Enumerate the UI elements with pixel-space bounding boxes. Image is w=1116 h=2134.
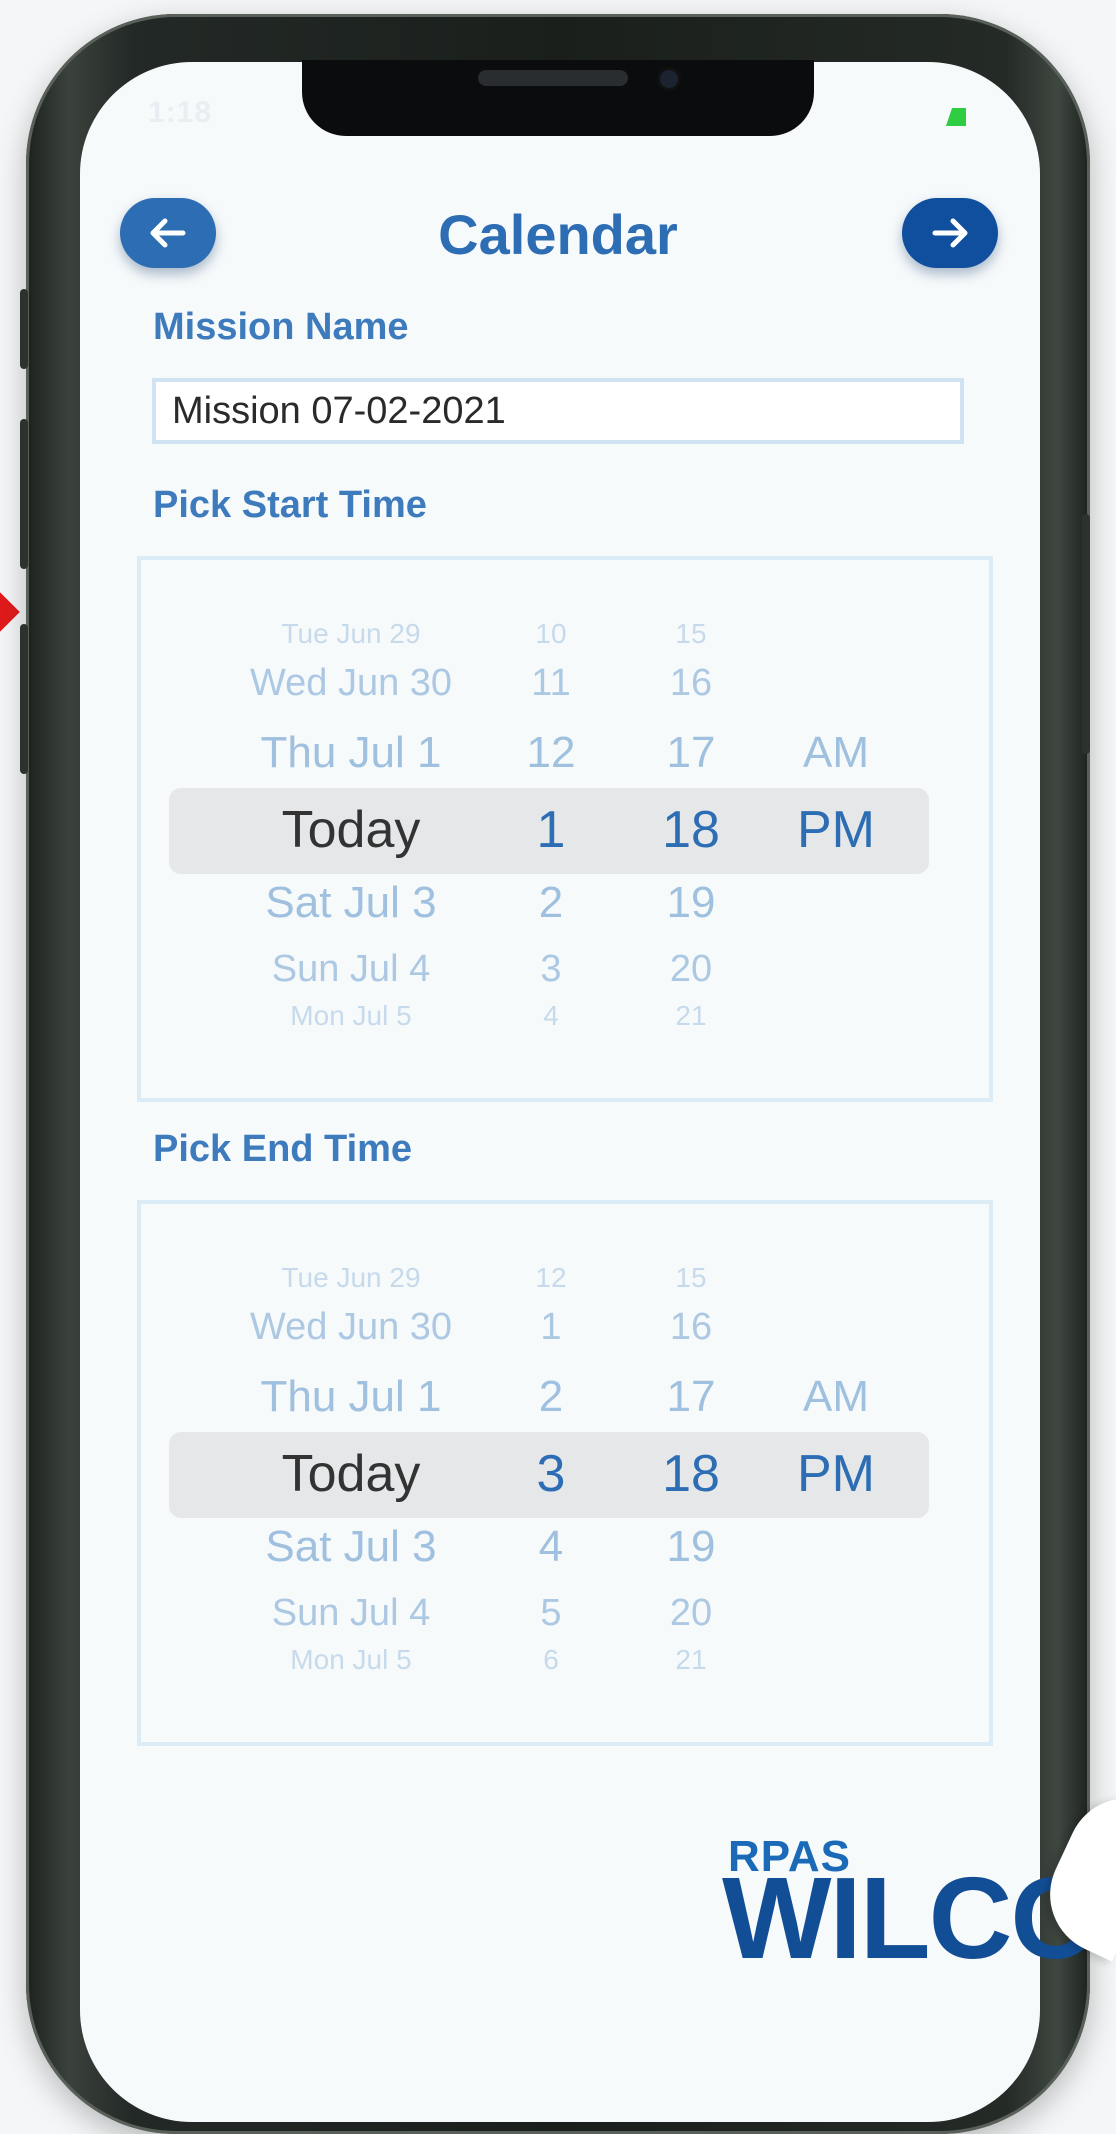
speaker	[478, 70, 628, 86]
picker-ampm-cell: PM	[797, 1445, 875, 1503]
picker-day-cell: Today	[281, 801, 421, 859]
picker-hour-cell: 2	[538, 1372, 564, 1421]
picker-minute-cell: 19	[666, 878, 716, 927]
picker-hour-cell: 2	[538, 878, 564, 927]
power-button	[1082, 514, 1090, 754]
end-time-label: Pick End Time	[153, 1128, 413, 1170]
picker-hour-cell: 4	[538, 1522, 564, 1571]
status-time: 1:18	[148, 96, 213, 129]
camera	[660, 70, 678, 88]
side-button	[20, 289, 28, 369]
picker-day-cell: Thu Jul 1	[260, 728, 442, 777]
picker-day-cell: Tue Jun 29	[281, 618, 421, 649]
picker-day-cell: Sat Jul 3	[265, 878, 437, 927]
picker-row[interactable]: Sat Jul 3 4 19	[141, 1522, 989, 1602]
logo-wilco-text: WILCO	[722, 1853, 1101, 1983]
picker-ampm-cell: AM	[803, 728, 869, 777]
picker-hour-cell: 1	[536, 801, 566, 859]
picker-hour-cell: 3	[540, 948, 562, 990]
volume-up-button	[20, 419, 28, 569]
end-time-picker[interactable]: Tue Jun 29 12 15 Wed Jun 30 1 16 Thu Jul 1 2 17 A…	[137, 1200, 993, 1746]
picker-minute-cell: 17	[666, 1372, 716, 1421]
arrow-right-icon	[932, 218, 968, 248]
start-time-picker[interactable]: Tue Jun 29 10 15 Wed Jun 30 11 16 Thu Jul 1 12 1…	[137, 556, 993, 1102]
picker-minute-cell: 21	[675, 1644, 707, 1675]
picker-minute-cell: 18	[662, 801, 720, 859]
picker-hour-cell: 12	[526, 728, 576, 777]
picker-day-cell: Today	[281, 1445, 421, 1503]
picker-minute-cell: 16	[669, 1306, 713, 1348]
picker-hour-cell: 3	[536, 1445, 566, 1503]
picker-row[interactable]: Mon Jul 5 6 21	[141, 1644, 989, 1724]
picker-day-cell: Mon Jul 5	[290, 1000, 412, 1031]
picker-hour-cell: 11	[531, 662, 571, 704]
picker-minute-cell: 20	[669, 1592, 713, 1634]
picker-ampm-cell: AM	[803, 1372, 869, 1421]
picker-day-cell: Wed Jun 30	[249, 662, 453, 704]
picker-hour-cell: 5	[540, 1592, 562, 1634]
edge-marker	[0, 592, 20, 632]
picker-minute-cell: 15	[675, 618, 707, 649]
picker-row-selected[interactable]: Today 3 18 PM	[141, 1444, 989, 1524]
picker-minute-cell: 17	[666, 728, 716, 777]
picker-day-cell: Thu Jul 1	[260, 1372, 442, 1421]
volume-down-button	[20, 624, 28, 774]
mission-name-label: Mission Name	[153, 306, 409, 348]
picker-minute-cell: 19	[666, 1522, 716, 1571]
picker-hour-cell: 1	[540, 1306, 562, 1348]
picker-row[interactable]: Sat Jul 3 2 19	[141, 878, 989, 958]
picker-minute-cell: 18	[662, 1445, 720, 1503]
picker-row[interactable]: Mon Jul 5 4 21	[141, 1000, 989, 1080]
picker-minute-cell: 20	[669, 948, 713, 990]
picker-hour-cell: 4	[543, 1000, 559, 1031]
picker-day-cell: Sun Jul 4	[271, 1592, 431, 1634]
start-time-label: Pick Start Time	[153, 484, 427, 526]
forward-button[interactable]	[902, 198, 998, 268]
picker-hour-cell: 12	[535, 1262, 567, 1293]
picker-row[interactable]: Thu Jul 1 2 17 AM	[141, 1372, 989, 1452]
picker-minute-cell: 15	[675, 1262, 707, 1293]
picker-day-cell: Wed Jun 30	[249, 1306, 453, 1348]
picker-hour-cell: 6	[543, 1644, 559, 1675]
picker-day-cell: Sun Jul 4	[271, 948, 431, 990]
mission-name-input[interactable]: Mission 07-02-2021	[152, 378, 964, 444]
picker-minute-cell: 16	[669, 662, 713, 704]
picker-ampm-cell: PM	[797, 801, 875, 859]
picker-day-cell: Sat Jul 3	[265, 1522, 437, 1571]
picker-row[interactable]: Thu Jul 1 12 17 AM	[141, 728, 989, 808]
picker-minute-cell: 21	[675, 1000, 707, 1031]
picker-day-cell: Mon Jul 5	[290, 1644, 412, 1675]
picker-day-cell: Tue Jun 29	[281, 1262, 421, 1293]
picker-hour-cell: 10	[535, 618, 567, 649]
picker-row-selected[interactable]: Today 1 18 PM	[141, 800, 989, 880]
